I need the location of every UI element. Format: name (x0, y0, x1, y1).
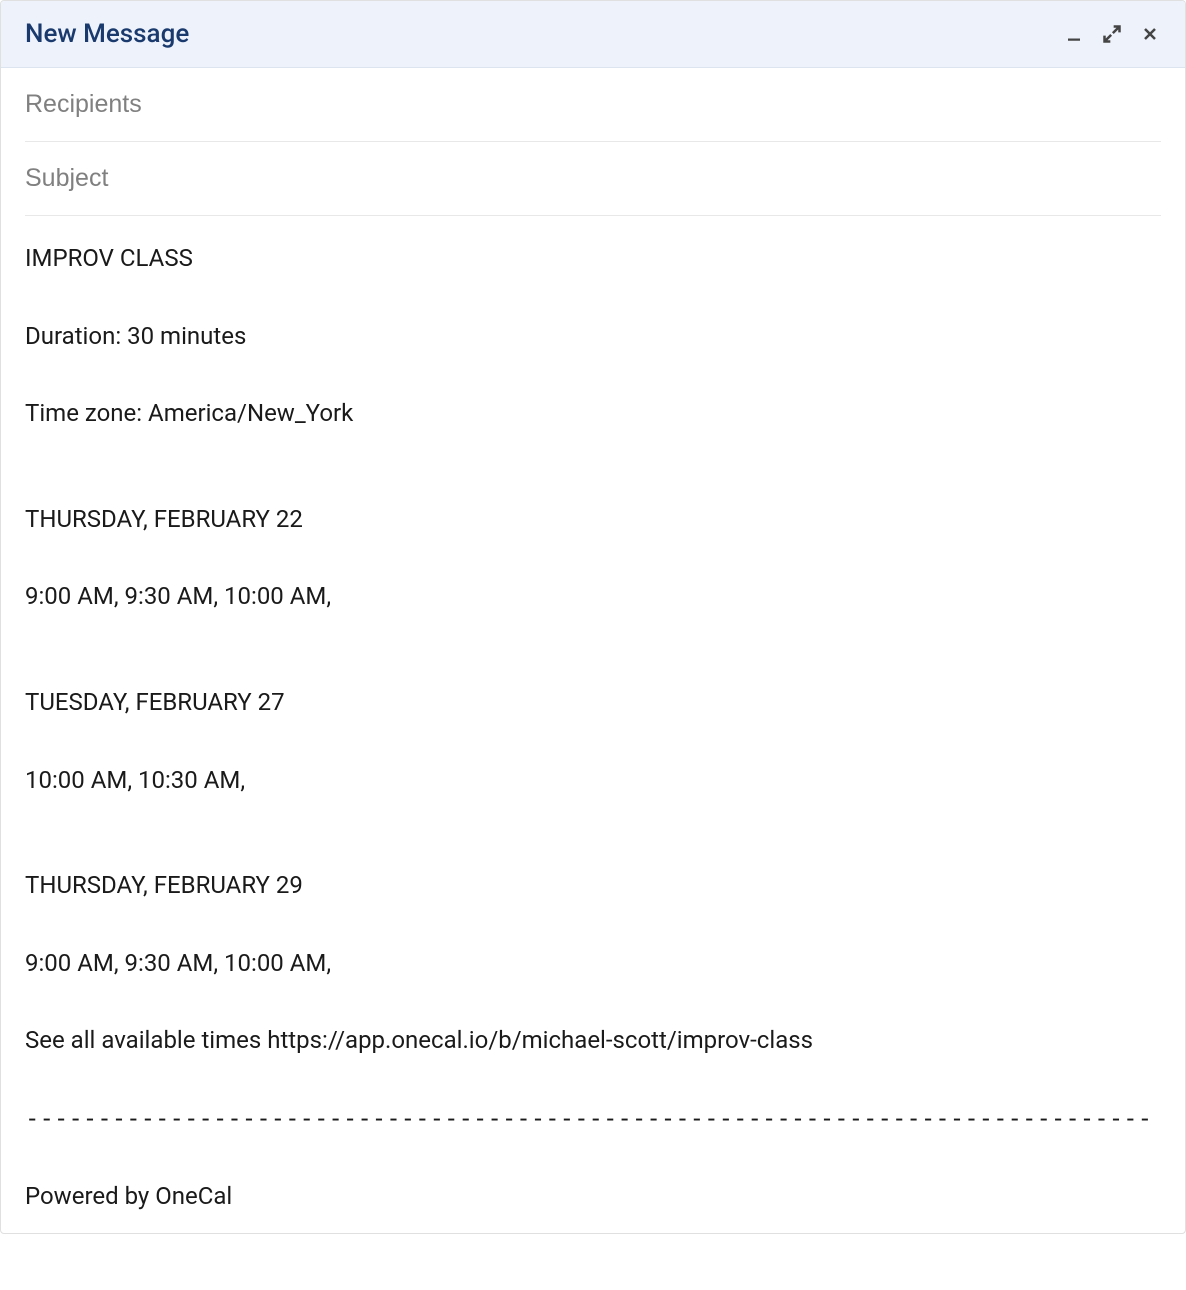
recipients-field-row (25, 68, 1161, 142)
subject-input[interactable] (25, 164, 1161, 193)
body-divider: ----------------------------------------… (25, 1102, 1161, 1136)
body-title: IMPROV CLASS (25, 242, 1161, 276)
compose-window: New Message IMPROV CLASS (0, 0, 1186, 1234)
body-date-1: TUESDAY, FEBRUARY 27 (25, 686, 1161, 720)
body-date-2: THURSDAY, FEBRUARY 29 (25, 869, 1161, 903)
body-see-all: See all available times https://app.onec… (25, 1024, 1161, 1058)
body-duration: Duration: 30 minutes (25, 320, 1161, 354)
window-controls (1063, 23, 1161, 45)
close-icon[interactable] (1139, 23, 1161, 45)
body-date-0: THURSDAY, FEBRUARY 22 (25, 503, 1161, 537)
expand-icon[interactable] (1101, 23, 1123, 45)
compose-fields (1, 68, 1185, 216)
subject-field-row (25, 142, 1161, 216)
compose-body[interactable]: IMPROV CLASS Duration: 30 minutes Time z… (1, 216, 1185, 1233)
body-times-2: 9:00 AM, 9:30 AM, 10:00 AM, (25, 947, 1161, 981)
body-times-1: 10:00 AM, 10:30 AM, (25, 764, 1161, 798)
body-powered-by: Powered by OneCal (25, 1180, 1161, 1214)
body-times-0: 9:00 AM, 9:30 AM, 10:00 AM, (25, 580, 1161, 614)
body-timezone: Time zone: America/New_York (25, 397, 1161, 431)
recipients-input[interactable] (25, 90, 1161, 119)
compose-header: New Message (1, 1, 1185, 68)
minimize-icon[interactable] (1063, 23, 1085, 45)
compose-title: New Message (25, 19, 189, 49)
